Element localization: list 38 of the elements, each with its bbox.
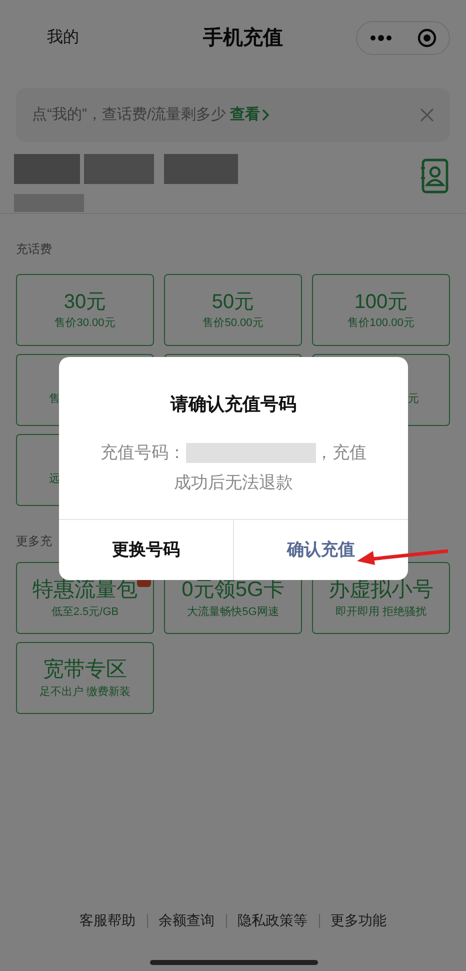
- hint-text: 点“我的”，查话费/流量剩多少: [32, 104, 226, 125]
- price-label: 售价100.00元: [348, 316, 414, 331]
- price-label: 售价50.00元: [202, 316, 264, 331]
- footer-link[interactable]: 隐私政策等: [238, 910, 308, 931]
- close-mini-program-icon[interactable]: [416, 28, 436, 48]
- more-icon[interactable]: [370, 35, 392, 41]
- service-subtitle: 低至2.5元/GB: [51, 604, 119, 620]
- amount-label: 30元: [64, 290, 106, 315]
- change-number-button[interactable]: 更换号码: [59, 520, 234, 580]
- recharge-option-card[interactable]: 100元 售价100.00元: [312, 274, 450, 346]
- capsule-menu[interactable]: [356, 21, 450, 55]
- dialog-message: 充值号码：: [100, 442, 186, 464]
- section-heading: 更多充: [16, 533, 52, 550]
- recharge-option-card[interactable]: 30元 售价30.00元: [16, 274, 154, 346]
- amount-label: 50元: [212, 290, 254, 315]
- service-subtitle: 大流量畅快5G网速: [187, 604, 279, 620]
- amount-label: 100元: [354, 290, 408, 315]
- service-title: 宽带专区: [43, 656, 127, 683]
- recharge-option-card[interactable]: 50元 售价50.00元: [164, 274, 302, 346]
- page-title: 手机充值: [202, 26, 284, 51]
- footer-link[interactable]: 余额查询: [158, 910, 214, 931]
- dialog-title: 请确认充值号码: [170, 393, 296, 416]
- annotation-arrow-icon: [356, 548, 450, 566]
- contacts-icon[interactable]: [420, 158, 450, 194]
- view-link[interactable]: 查看: [230, 104, 260, 126]
- footer-link[interactable]: 更多功能: [330, 910, 386, 931]
- price-label: 售: [49, 392, 60, 406]
- service-subtitle: 足不出户 缴费新装: [39, 684, 131, 700]
- footer-link[interactable]: 客服帮助: [80, 910, 136, 931]
- dialog-message: ，充值: [316, 442, 366, 464]
- service-subtitle: 即开即用 拒绝骚扰: [335, 604, 427, 620]
- my-button[interactable]: 我的: [16, 21, 110, 55]
- service-card[interactable]: 宽带专区 足不出户 缴费新装: [16, 642, 154, 714]
- price-label: 售价30.00元: [54, 316, 116, 331]
- price-label: 元: [408, 392, 419, 406]
- price-label: 远: [49, 472, 60, 486]
- dialog-message: 成功后无法退款: [174, 472, 293, 494]
- section-heading: 充话费: [16, 241, 53, 258]
